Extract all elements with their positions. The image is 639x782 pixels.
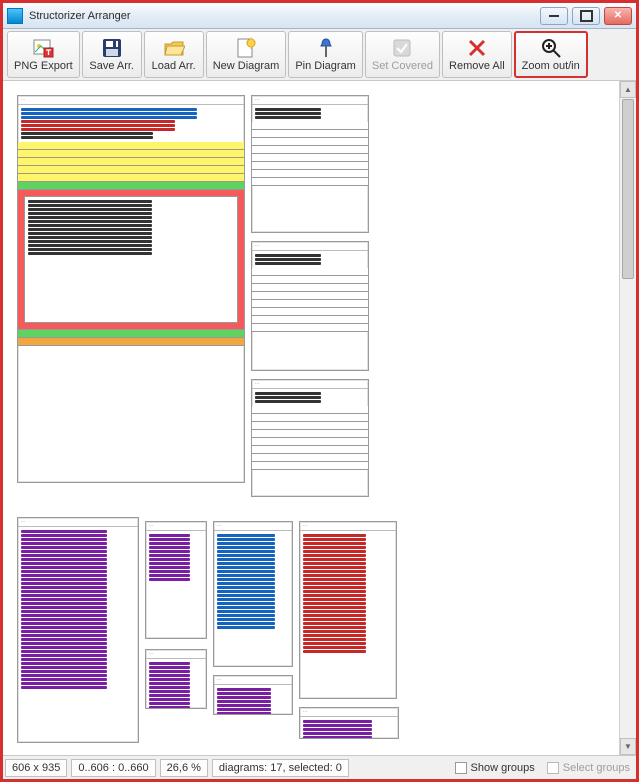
- maximize-button[interactable]: [572, 7, 600, 25]
- show-groups-label: Show groups: [471, 762, 535, 774]
- delete-icon: [466, 37, 488, 59]
- diagram-header: ···: [252, 380, 368, 389]
- folder-open-icon: [163, 37, 185, 59]
- remove-all-label: Remove All: [449, 60, 505, 72]
- zoom-button[interactable]: Zoom out/in: [514, 31, 588, 78]
- new-diagram-button[interactable]: New Diagram: [206, 31, 287, 78]
- save-icon: [101, 37, 123, 59]
- diagram-thumbnail[interactable]: ···: [213, 675, 293, 715]
- diagram-thumbnail[interactable]: ···: [251, 95, 369, 233]
- diagram-header: ···: [214, 522, 292, 531]
- diagram-thumbnail[interactable]: ···: [145, 649, 207, 709]
- diagram-header: ···: [300, 522, 396, 531]
- set-covered-button[interactable]: Set Covered: [365, 31, 440, 78]
- png-export-icon: [32, 37, 54, 59]
- diagram-thumbnail[interactable]: ···: [213, 521, 293, 667]
- pin-icon: [315, 37, 337, 59]
- diagram-header: ···: [300, 708, 398, 717]
- diagram-thumbnail[interactable]: ···: [17, 517, 139, 743]
- statusbar: 606 x 935 0..606 : 0..660 26,6 % diagram…: [3, 755, 636, 779]
- diagram-header: ···: [214, 676, 292, 685]
- diagram-header: ···: [146, 522, 206, 531]
- save-arr-label: Save Arr.: [89, 60, 134, 72]
- checkbox-box-icon: [547, 762, 559, 774]
- checkbox-box-icon: [455, 762, 467, 774]
- diagram-thumbnail[interactable]: ···: [17, 95, 245, 483]
- close-button[interactable]: [604, 7, 632, 25]
- vertical-scrollbar[interactable]: ▲ ▼: [619, 81, 636, 755]
- load-arr-label: Load Arr.: [152, 60, 196, 72]
- diagram-header: ···: [18, 96, 244, 105]
- zoom-label: Zoom out/in: [522, 60, 580, 72]
- show-groups-checkbox[interactable]: Show groups: [449, 762, 541, 774]
- pin-diagram-button[interactable]: Pin Diagram: [288, 31, 363, 78]
- scroll-thumb[interactable]: [622, 99, 634, 279]
- zoom-icon: [540, 37, 562, 59]
- png-export-label: PNG Export: [14, 60, 73, 72]
- minimize-button[interactable]: [540, 7, 568, 25]
- diagram-header: ···: [146, 650, 206, 659]
- diagram-header: ···: [252, 96, 368, 105]
- scroll-down-arrow[interactable]: ▼: [620, 738, 636, 755]
- select-groups-checkbox[interactable]: Select groups: [541, 762, 636, 774]
- diagram-thumbnail[interactable]: ···: [145, 521, 207, 639]
- diagram-thumbnail[interactable]: ···: [251, 241, 369, 371]
- status-dims: 606 x 935: [5, 759, 67, 777]
- diagram-thumbnail[interactable]: ···: [299, 707, 399, 739]
- diagram-thumbnail[interactable]: ···: [251, 379, 369, 497]
- status-counts: diagrams: 17, selected: 0: [212, 759, 349, 777]
- new-diagram-label: New Diagram: [213, 60, 280, 72]
- app-icon: [7, 8, 23, 24]
- set-covered-label: Set Covered: [372, 60, 433, 72]
- save-arr-button[interactable]: Save Arr.: [82, 31, 142, 78]
- new-diagram-icon: [235, 37, 257, 59]
- pin-diagram-label: Pin Diagram: [295, 60, 356, 72]
- load-arr-button[interactable]: Load Arr.: [144, 31, 204, 78]
- select-groups-label: Select groups: [563, 762, 630, 774]
- canvas-area[interactable]: ··· ··· ··· ··· ··· ··· ··· ··· ··· ··· ··· ▲ ▼: [3, 81, 636, 755]
- diagram-header: ···: [252, 242, 368, 251]
- scroll-up-arrow[interactable]: ▲: [620, 81, 636, 98]
- window-controls: [540, 7, 632, 25]
- png-export-button[interactable]: PNG Export: [7, 31, 80, 78]
- diagram-canvas[interactable]: ··· ··· ··· ··· ··· ··· ··· ··· ··· ··· ···: [11, 89, 611, 747]
- titlebar: Structorizer Arranger: [3, 3, 636, 29]
- diagram-header: ···: [18, 518, 138, 527]
- checkbox-icon: [391, 37, 413, 59]
- toolbar: PNG Export Save Arr. Load Arr. New Diagr…: [3, 29, 636, 81]
- window-title: Structorizer Arranger: [29, 10, 540, 22]
- remove-all-button[interactable]: Remove All: [442, 31, 512, 78]
- status-zoom: 26,6 %: [160, 759, 208, 777]
- status-viewport: 0..606 : 0..660: [71, 759, 155, 777]
- diagram-thumbnail[interactable]: ···: [299, 521, 397, 699]
